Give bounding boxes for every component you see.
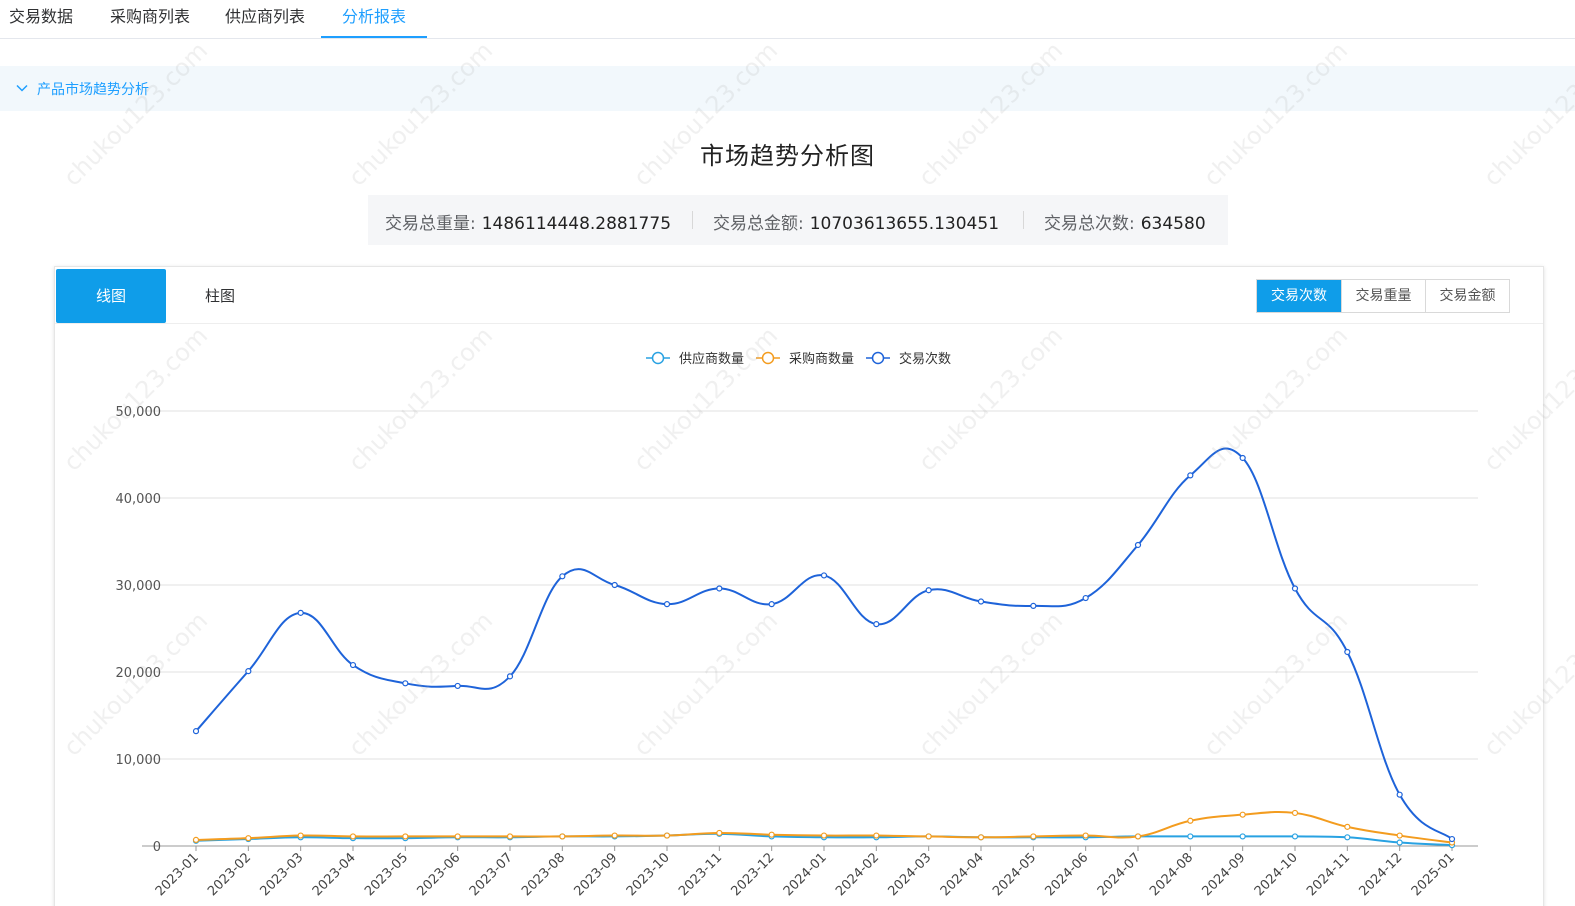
data-point [1396,791,1403,798]
x-tick-label: 2024-03 [885,850,934,899]
y-tick-label: 0 [153,840,161,855]
x-tick-label: 2023-02 [205,850,254,899]
x-tick-label: 2024-07 [1095,850,1144,899]
data-point [1396,832,1403,839]
legend-label: 供应商数量 [679,351,744,367]
data-point [716,829,723,837]
data-point [402,833,409,840]
data-point [1187,833,1194,840]
data-point [977,598,985,605]
data-point [297,609,304,616]
data-point [925,587,932,594]
y-tick-label: 20,000 [116,666,162,681]
data-point [192,836,200,844]
x-tick-label: 2024-01 [781,850,830,899]
x-tick-label: 2023-10 [624,850,673,899]
x-tick-label: 2023-12 [728,850,777,899]
series-line [195,447,1453,840]
x-tick-label: 2023-03 [257,850,306,899]
data-point [402,680,409,687]
x-tick-label: 2024-02 [833,850,882,899]
data-point [716,585,723,592]
data-point [245,668,252,675]
data-point [559,573,566,580]
x-tick-label: 2023-06 [414,850,463,899]
x-tick-label: 2023-07 [467,850,516,899]
legend-marker [871,351,885,365]
data-point [820,832,828,839]
data-point [1082,594,1089,602]
data-point [1187,472,1194,479]
data-point [611,581,618,589]
legend-marker [761,351,775,365]
data-point [1291,585,1299,592]
data-point [1187,817,1194,824]
data-point [245,835,252,842]
data-point [768,831,775,838]
data-point [506,833,514,840]
legend-label: 采购商数量 [789,351,854,367]
data-point [1448,835,1456,843]
data-point [1291,809,1299,817]
x-tick-label: 2024-05 [990,850,1039,899]
data-point [925,833,932,840]
data-point [820,572,828,579]
legend-label: 交易次数 [899,351,951,367]
y-tick-label: 50,000 [116,405,162,420]
data-point [454,833,461,840]
data-point [1396,839,1403,846]
y-tick-label: 40,000 [116,492,162,507]
data-point [1239,833,1246,840]
data-point [1344,823,1351,830]
data-point [1134,833,1142,840]
data-point [1030,833,1037,840]
x-tick-label: 2024-11 [1304,850,1353,899]
data-point [1082,832,1089,839]
data-point [1134,541,1142,549]
data-point [977,834,985,841]
data-point [768,601,775,608]
x-tick-label: 2023-04 [310,850,359,899]
data-point [349,833,357,840]
data-point [1291,833,1299,840]
data-point [192,728,200,735]
data-point [1344,834,1351,841]
data-point [1239,811,1246,818]
x-tick-label: 2024-09 [1199,850,1248,899]
data-point [559,833,566,840]
x-tick-label: 2024-10 [1252,850,1301,899]
x-tick-label: 2024-06 [1042,850,1091,899]
data-point [454,682,461,690]
data-point [663,601,671,608]
x-tick-label: 2023-08 [519,850,568,899]
trend-line-chart: 010,00020,00030,00040,00050,0002023-01 20… [116,351,1478,899]
data-point [506,673,514,680]
legend-marker [651,351,665,365]
data-point [1239,454,1246,462]
data-point [1030,602,1037,609]
x-tick-label: 2024-12 [1356,850,1405,899]
y-tick-label: 10,000 [116,753,162,768]
y-tick-label: 30,000 [116,579,162,594]
data-point [1344,648,1351,656]
x-tick-label: 2023-05 [362,850,411,899]
x-tick-label: 2023-11 [676,850,725,899]
x-tick-label: 2023-09 [571,850,620,899]
data-point [663,832,671,839]
x-tick-label: 2024-04 [938,850,987,899]
data-point [349,661,357,669]
data-point [873,621,880,628]
x-tick-label: 2024-08 [1147,850,1196,899]
data-point [297,832,304,839]
data-point [873,832,880,839]
x-tick-label: 2023-01 [153,850,202,899]
x-tick-label: 2025-01 [1409,850,1458,899]
data-point [611,832,618,839]
